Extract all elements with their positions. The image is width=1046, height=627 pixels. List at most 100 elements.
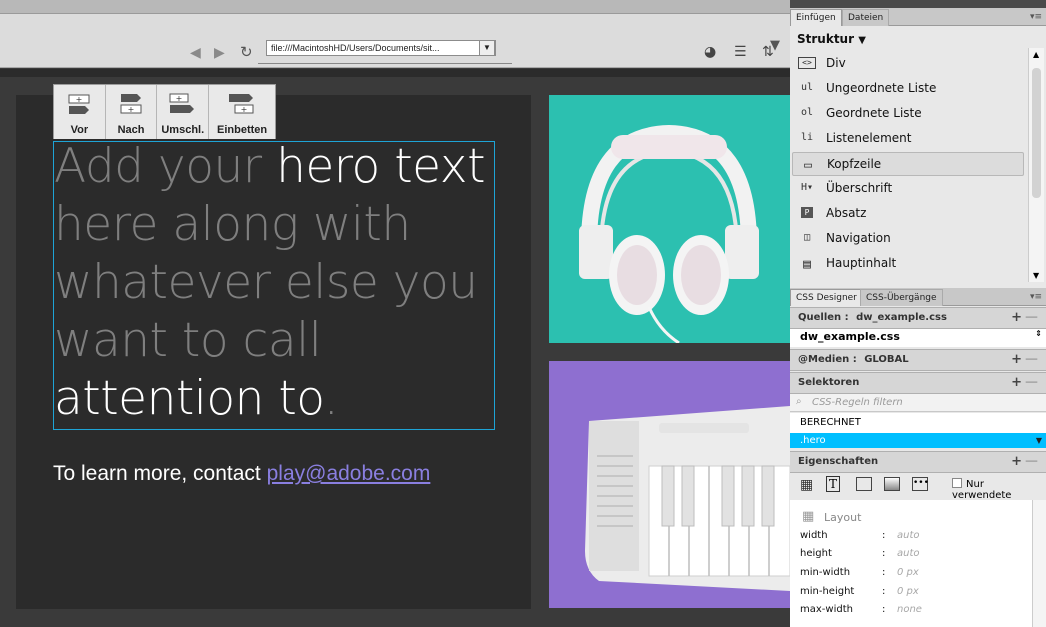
url-dropdown-icon[interactable]: ▼ <box>479 40 495 56</box>
prop-value[interactable]: auto <box>897 530 920 541</box>
embed-label: Einbetten <box>217 124 268 136</box>
contact-line: To learn more, contact play@adobe.com <box>53 462 430 486</box>
selector-hero-label: .hero <box>800 435 826 446</box>
window-top-strip <box>0 0 790 14</box>
prop-value[interactable]: 0 px <box>897 586 919 597</box>
wrap-label: Umschl. <box>161 124 205 136</box>
add-source-icon[interactable]: + <box>1011 308 1022 328</box>
only-used-checkbox[interactable]: Nur verwendete <box>952 478 1046 501</box>
scroll-up-icon[interactable]: ▲ <box>1033 50 1039 59</box>
insert-category-dropdown[interactable]: Struktur ▼ <box>797 32 866 46</box>
insert-item-li[interactable]: li Listenelement <box>792 127 1024 151</box>
prop-value[interactable]: 0 px <box>897 567 919 578</box>
heading-icon: H▾ <box>800 182 814 193</box>
navigation-icon: ◫ <box>803 232 811 243</box>
remove-source-icon[interactable]: — <box>1025 308 1038 328</box>
background-category-icon[interactable] <box>884 477 900 491</box>
sources-header: Quellen : dw_example.css + — <box>790 307 1046 329</box>
selector-filter-placeholder: CSS-Regeln filtern <box>812 397 903 408</box>
source-scroll-icon[interactable]: ⇕ <box>1035 330 1042 338</box>
contact-email-link[interactable]: play@adobe.com <box>267 462 431 485</box>
list-view-icon[interactable]: ☰ <box>734 44 747 60</box>
toolbar-divider <box>0 69 790 77</box>
insert-item-ol[interactable]: ol Geordnete Liste <box>792 102 1024 126</box>
add-media-icon[interactable]: + <box>1011 350 1022 370</box>
sort-icon[interactable]: ⇅ <box>762 44 774 60</box>
prop-value[interactable]: none <box>897 604 922 615</box>
hero-text-highlight-1: hero text <box>276 139 486 194</box>
insert-item-navigation[interactable]: ◫ Navigation <box>792 227 1024 251</box>
add-selector-icon[interactable]: + <box>1011 373 1022 393</box>
selectors-header: Selektoren + — <box>790 372 1046 394</box>
unordered-list-icon: ul <box>800 82 814 93</box>
remove-property-icon[interactable]: — <box>1025 452 1038 472</box>
selector-filter-field[interactable]: ⌕ CSS-Regeln filtern <box>790 394 1046 412</box>
paragraph-icon: P <box>801 207 813 218</box>
prop-max-width[interactable]: max-width: none <box>800 604 1030 622</box>
keyboard-image <box>549 361 790 608</box>
properties-scrollbar[interactable] <box>1032 500 1046 627</box>
text-category-icon[interactable]: T <box>826 476 841 492</box>
svg-text:+: + <box>76 95 83 104</box>
embed-button[interactable]: + Einbetten <box>209 85 275 139</box>
properties-label: Eigenschaften <box>798 456 879 467</box>
insert-item-ul[interactable]: ul Ungeordnete Liste <box>792 77 1024 101</box>
insert-item-heading[interactable]: H▾ Überschrift <box>792 177 1024 201</box>
panel-menu-icon[interactable]: ▾≡ <box>1030 12 1042 22</box>
tab-css-transitions[interactable]: CSS-Übergänge <box>860 289 943 306</box>
tab-dateien[interactable]: Dateien <box>842 9 890 26</box>
hero-text[interactable]: Add your hero text here along with whate… <box>54 138 514 428</box>
insert-item-header[interactable]: ▭ Kopfzeile <box>792 152 1024 176</box>
insert-item-div[interactable]: <> Div <box>792 52 1024 76</box>
chevron-down-icon: ▼ <box>858 35 866 46</box>
prop-min-height[interactable]: min-height: 0 px <box>800 586 1030 604</box>
checkbox-icon <box>952 478 962 488</box>
add-property-icon[interactable]: + <box>1011 452 1022 472</box>
contact-prefix: To learn more, contact <box>53 462 267 485</box>
url-field[interactable]: file:///MacintoshHD/Users/Documents/sit.… <box>266 40 496 56</box>
refresh-icon[interactable]: ↻ <box>240 44 253 60</box>
back-arrow-icon[interactable]: ◀ <box>190 45 201 61</box>
selector-hero[interactable]: .hero ▼ <box>790 433 1046 448</box>
more-category-icon[interactable]: ••• <box>912 477 929 491</box>
insert-scrollbar[interactable]: ▲ ▼ <box>1028 48 1044 282</box>
css-panel-menu-icon[interactable]: ▾≡ <box>1030 292 1042 302</box>
tab-einfuegen[interactable]: Einfügen <box>790 9 842 26</box>
layout-category-icon[interactable]: ▦ <box>800 477 813 493</box>
insert-before-button[interactable]: + Vor <box>54 85 106 139</box>
search-icon: ⌕ <box>796 396 802 407</box>
insert-item-label: Ungeordnete Liste <box>826 81 937 95</box>
tab-css-designer[interactable]: CSS Designer <box>790 289 863 306</box>
insert-after-button[interactable]: + Nach <box>106 85 158 139</box>
forward-arrow-icon[interactable]: ▶ <box>214 45 225 61</box>
prop-name: width <box>800 530 828 541</box>
scrollbar-thumb[interactable] <box>1032 68 1041 198</box>
insert-item-label: Geordnete Liste <box>826 106 922 120</box>
remove-selector-icon[interactable]: — <box>1025 373 1038 393</box>
insert-item-label: Kopfzeile <box>827 157 882 171</box>
selector-scroll-icon[interactable]: ▼ <box>1036 433 1042 448</box>
prop-height[interactable]: height: auto <box>800 548 1030 566</box>
insert-item-paragraph[interactable]: P Absatz <box>792 202 1024 226</box>
prop-value[interactable]: auto <box>897 548 920 559</box>
insert-item-main[interactable]: ▤ Hauptinhalt <box>792 252 1024 276</box>
scroll-down-icon[interactable]: ▼ <box>1033 271 1039 280</box>
media-value: GLOBAL <box>864 354 909 365</box>
source-item[interactable]: dw_example.css <box>800 330 900 343</box>
remove-media-icon[interactable]: — <box>1025 350 1038 370</box>
ordered-list-icon: ol <box>800 107 814 118</box>
prop-width[interactable]: width: auto <box>800 530 1030 548</box>
source-list[interactable]: dw_example.css ⇕ <box>790 329 1046 347</box>
globe-icon[interactable]: ◕ <box>704 44 716 60</box>
selector-computed[interactable]: BERECHNET <box>790 413 1046 433</box>
wrap-icon: + <box>169 93 194 113</box>
border-category-icon[interactable] <box>856 477 872 491</box>
insert-after-icon: + <box>120 94 142 114</box>
panel-top-strip <box>790 0 1046 8</box>
prop-min-width[interactable]: min-width: 0 px <box>800 567 1030 585</box>
selectors-label: Selektoren <box>798 377 860 388</box>
wrap-button[interactable]: + Umschl. <box>157 85 210 139</box>
insert-panel-tabbar: Einfügen Dateien ▾≡ <box>790 8 1046 26</box>
insert-before-label: Vor <box>70 124 89 136</box>
hero-text-dim-3: . <box>323 371 339 426</box>
